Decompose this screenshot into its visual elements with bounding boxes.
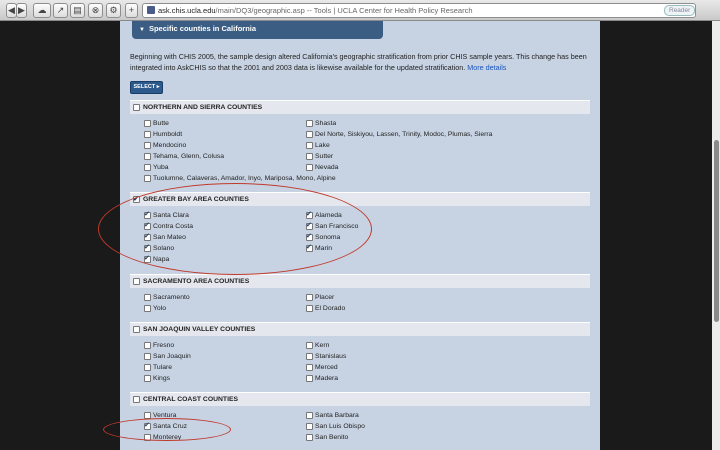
county-checkbox[interactable] bbox=[306, 294, 313, 301]
county-checkbox[interactable] bbox=[306, 120, 313, 127]
county-label: Fresno bbox=[153, 342, 175, 349]
county-label: Shasta bbox=[315, 120, 337, 127]
county-checkbox[interactable] bbox=[144, 120, 151, 127]
county-label: Nevada bbox=[315, 164, 339, 171]
county-label: El Dorado bbox=[315, 305, 346, 312]
scrollbar-thumb[interactable] bbox=[714, 140, 719, 322]
section-3: SAN JOAQUIN VALLEY COUNTIES Fresno San Joa… bbox=[130, 322, 590, 382]
reader-button[interactable]: Reader bbox=[664, 5, 696, 16]
share-icon[interactable]: ↗ bbox=[53, 3, 68, 18]
annotation-oval-bay-area bbox=[98, 183, 372, 275]
forward-icon[interactable]: ▶ bbox=[16, 3, 27, 18]
section-title: SACRAMENTO AREA COUNTIES bbox=[143, 278, 250, 285]
county-checkbox[interactable] bbox=[306, 142, 313, 149]
county-label: Lake bbox=[315, 142, 330, 149]
url-path: /main/DQ3/geographic.asp bbox=[215, 6, 305, 15]
new-tab-icon[interactable]: + bbox=[125, 3, 138, 18]
county-label: Humboldt bbox=[153, 131, 183, 138]
favicon-icon bbox=[147, 6, 155, 14]
county-checkbox[interactable] bbox=[144, 305, 151, 312]
address-bar[interactable]: ask.chis.ucla.edu/main/DQ3/geographic.as… bbox=[142, 3, 696, 18]
county-checkbox[interactable] bbox=[144, 164, 151, 171]
county-checkbox[interactable] bbox=[144, 131, 151, 138]
county-label: Santa Barbara bbox=[315, 412, 359, 419]
bookmarks-icon[interactable]: ▤ bbox=[70, 3, 85, 18]
county-checkbox[interactable] bbox=[144, 142, 151, 149]
select-button[interactable]: SELECT ▸ bbox=[130, 81, 163, 94]
county-checkbox[interactable] bbox=[144, 153, 151, 160]
county-checkbox[interactable] bbox=[306, 434, 313, 441]
county-checkbox[interactable] bbox=[144, 364, 151, 371]
county-label: San Benito bbox=[315, 434, 349, 441]
county-checkbox[interactable] bbox=[306, 164, 313, 171]
section-title: SAN JOAQUIN VALLEY COUNTIES bbox=[143, 326, 256, 333]
county-label: Stanislaus bbox=[315, 353, 347, 360]
county-label: Merced bbox=[315, 364, 338, 371]
county-checkbox[interactable] bbox=[306, 375, 313, 382]
stop-icon[interactable]: ⊗ bbox=[88, 3, 103, 18]
section-checkbox[interactable] bbox=[133, 278, 140, 285]
county-checkbox[interactable] bbox=[306, 131, 313, 138]
county-label: Mendocino bbox=[153, 142, 187, 149]
section-4: CENTRAL COAST COUNTIESVenturaSanta CruzM… bbox=[130, 392, 590, 441]
county-label: Kings bbox=[153, 375, 171, 382]
county-label: Butte bbox=[153, 120, 169, 127]
section-checkbox[interactable] bbox=[133, 104, 140, 111]
more-details-link[interactable]: More details bbox=[467, 63, 506, 72]
cloud-icon[interactable]: ☁ bbox=[33, 3, 51, 18]
section-header[interactable]: SAN JOAQUIN VALLEY COUNTIES bbox=[130, 322, 590, 336]
collapse-triangle-icon: ▼ bbox=[139, 27, 145, 33]
county-checkbox[interactable] bbox=[306, 353, 313, 360]
panel-title: Specific counties in California bbox=[148, 24, 257, 33]
section-header[interactable]: SACRAMENTO AREA COUNTIES bbox=[130, 274, 590, 288]
url-host: ask.chis.ucla.edu bbox=[158, 6, 216, 15]
county-checkbox[interactable] bbox=[144, 353, 151, 360]
county-label: Tehama, Glenn, Colusa bbox=[153, 153, 225, 160]
county-checkbox[interactable] bbox=[306, 342, 313, 349]
section-header[interactable]: CENTRAL COAST COUNTIES bbox=[130, 392, 590, 406]
annotation-oval-santa-cruz bbox=[103, 418, 231, 441]
county-checkbox[interactable] bbox=[144, 294, 151, 301]
county-label: Sutter bbox=[315, 153, 334, 160]
county-label: Yolo bbox=[153, 305, 166, 312]
county-checkbox[interactable] bbox=[306, 153, 313, 160]
county-label: Madera bbox=[315, 375, 339, 382]
section-title: CENTRAL COAST COUNTIES bbox=[143, 396, 239, 403]
county-checkbox[interactable] bbox=[144, 175, 151, 182]
section-2: SACRAMENTO AREA COUNTIES Sacramento Yolo Pl… bbox=[130, 274, 590, 312]
county-label: Placer bbox=[315, 294, 335, 301]
county-label: Yuba bbox=[153, 164, 169, 171]
county-label: Kern bbox=[315, 342, 330, 349]
intro-text: Beginning with CHIS 2005, the sample des… bbox=[130, 52, 587, 72]
county-checkbox[interactable] bbox=[144, 342, 151, 349]
county-checkbox[interactable] bbox=[306, 412, 313, 419]
section-0: NORTHERN AND SIERRA COUNTIES Butte Humbold… bbox=[130, 100, 590, 182]
section-checkbox[interactable] bbox=[133, 326, 140, 333]
county-label: San Luis Obispo bbox=[315, 423, 365, 430]
county-label: San Joaquin bbox=[153, 353, 191, 360]
county-checkbox[interactable] bbox=[306, 364, 313, 371]
section-header[interactable]: NORTHERN AND SIERRA COUNTIES bbox=[130, 100, 590, 114]
county-checkbox[interactable] bbox=[144, 375, 151, 382]
settings-icon[interactable]: ⚙ bbox=[106, 3, 121, 18]
county-label: Sacramento bbox=[153, 294, 190, 301]
county-label: Tulare bbox=[153, 364, 173, 371]
panel-header[interactable]: ▼ Specific counties in California bbox=[132, 21, 383, 39]
section-title: NORTHERN AND SIERRA COUNTIES bbox=[143, 104, 263, 111]
section-checkbox[interactable] bbox=[133, 396, 140, 403]
county-checkbox[interactable] bbox=[306, 305, 313, 312]
county-label: Del Norte, Siskiyou, Lassen, Trinity, Mo… bbox=[315, 131, 493, 138]
county-checkbox[interactable] bbox=[306, 423, 313, 430]
page-title: -- Tools | UCLA Center for Health Policy… bbox=[306, 6, 473, 15]
browser-toolbar: ◀ ▶ ☁ ↗ ▤ ⊗ ⚙ + ask.chis.ucla.edu/main/D… bbox=[0, 0, 720, 21]
